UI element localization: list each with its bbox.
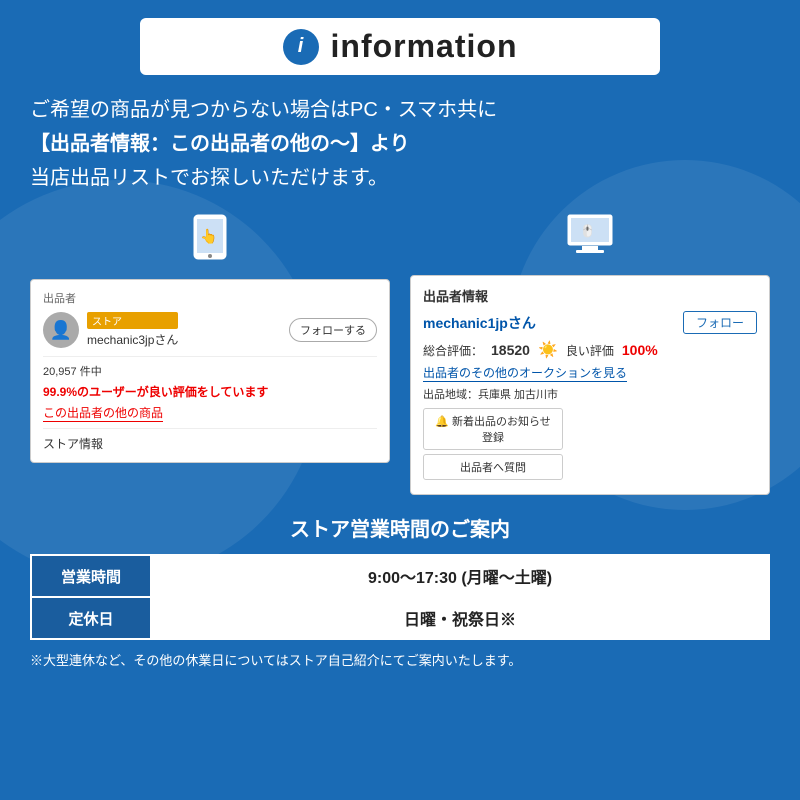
pc-location: 出品地域：兵庫県 加古川市 — [423, 386, 757, 402]
pc-seller-name: mechanic1jpさん — [423, 313, 536, 333]
mobile-stats: 20,957 件中 — [43, 363, 377, 379]
pc-section-label: 出品者情報 — [423, 286, 757, 305]
pc-column: 🖱️ 出品者情報 mechanic1jpさん フォロー 総合評価： 18520 … — [410, 213, 770, 495]
mobile-good-rate: 99.9%のユーザーが良い評価をしています — [43, 383, 377, 400]
mobile-other-items-link[interactable]: この出品者の他の商品 — [43, 404, 163, 422]
screenshots-row: 👆 出品者 👤 ストア mechanic3jpさん フォローする 2 — [30, 213, 770, 495]
pc-seller-row: mechanic1jpさん フォロー — [423, 311, 757, 334]
mobile-seller-name: mechanic3jpさん — [87, 331, 178, 348]
mobile-seller-left: 👤 ストア mechanic3jpさん — [43, 312, 178, 348]
mobile-avatar: 👤 — [43, 312, 79, 348]
pc-question-button[interactable]: 出品者へ質問 — [423, 454, 563, 480]
smartphone-icon: 👆 — [190, 213, 230, 271]
pc-good-label: 良い評価 — [566, 342, 614, 359]
pc-follow-button[interactable]: フォロー — [683, 311, 757, 334]
svg-text:👆: 👆 — [200, 228, 217, 245]
business-footnote: ※大型連休など、その他の休業日についてはストア自己紹介にてご案内いたします。 — [30, 650, 770, 669]
information-header: i information — [140, 18, 660, 75]
business-title: ストア営業時間のご案内 — [30, 513, 770, 542]
mobile-seller-name-col: ストア mechanic3jpさん — [87, 312, 178, 348]
mobile-column: 👆 出品者 👤 ストア mechanic3jpさん フォローする 2 — [30, 213, 390, 463]
hours-value-1: 9:00〜17:30 (月曜〜土曜) — [151, 555, 769, 597]
mobile-follow-button[interactable]: フォローする — [289, 318, 377, 342]
pc-rating-row: 総合評価： 18520 ☀️ 良い評価 100% — [423, 340, 757, 360]
info-icon: i — [283, 29, 319, 65]
mobile-screenshot-card: 出品者 👤 ストア mechanic3jpさん フォローする 20,957 件中… — [30, 279, 390, 463]
hours-row-1: 営業時間 9:00〜17:30 (月曜〜土曜) — [31, 555, 769, 597]
svg-text:🖱️: 🖱️ — [580, 224, 595, 238]
mobile-store-badge: ストア — [87, 312, 178, 329]
pc-new-listing-button[interactable]: 🔔 新着出品のお知らせ登録 — [423, 408, 563, 450]
mobile-section-label: 出品者 — [43, 290, 377, 306]
mobile-store-info: ストア情報 — [43, 435, 377, 452]
hours-value-2: 日曜・祝祭日※ — [151, 597, 769, 639]
pc-auction-link[interactable]: 出品者のその他のオークションを見る — [423, 364, 627, 382]
mobile-seller-row: 👤 ストア mechanic3jpさん フォローする — [43, 312, 377, 348]
main-instruction: ご希望の商品が見つからない場合はPC・スマホ共に 【出品者情報：この出品者の他の… — [30, 93, 770, 195]
hours-row-2: 定休日 日曜・祝祭日※ — [31, 597, 769, 639]
hours-table: 営業時間 9:00〜17:30 (月曜〜土曜) 定休日 日曜・祝祭日※ — [30, 554, 770, 640]
pc-rating-label: 総合評価： — [423, 342, 483, 359]
hours-label-1: 営業時間 — [31, 555, 151, 597]
hours-label-2: 定休日 — [31, 597, 151, 639]
business-section: ストア営業時間のご案内 営業時間 9:00〜17:30 (月曜〜土曜) 定休日 … — [30, 513, 770, 669]
computer-icon: 🖱️ — [564, 213, 616, 267]
pc-screenshot-card: 出品者情報 mechanic1jpさん フォロー 総合評価： 18520 ☀️ … — [410, 275, 770, 495]
pc-good-pct: 100% — [622, 342, 658, 358]
pc-rating-num: 18520 — [491, 342, 530, 358]
header-title: information — [331, 28, 518, 65]
